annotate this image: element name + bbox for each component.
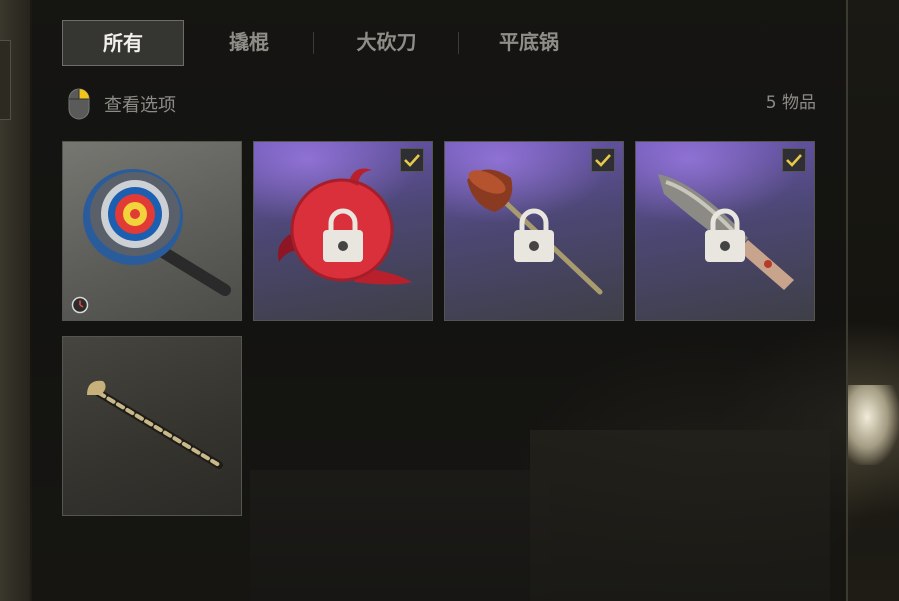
crowbar-icon (87, 380, 223, 469)
tab-all[interactable]: 所有 (62, 20, 184, 66)
mouse-icon (68, 88, 90, 120)
inventory-panel: 所有 撬棍 大砍刀 平底锅 查看选项 5 物品 (32, 0, 846, 601)
item-tile-devil-pan[interactable] (253, 141, 433, 321)
background-panel (0, 40, 11, 120)
item-tile-crowbar[interactable] (62, 336, 242, 516)
item-tile-machete[interactable] (635, 141, 815, 321)
tab-label: 大砍刀 (356, 30, 417, 54)
check-icon (595, 154, 611, 167)
check-icon (404, 154, 420, 167)
tab-label: 所有 (103, 31, 143, 55)
background-light (846, 385, 899, 465)
tab-label: 平底锅 (499, 30, 559, 54)
timer-icon (71, 296, 89, 314)
game-screen: 所有 撬棍 大砍刀 平底锅 查看选项 5 物品 (0, 0, 899, 601)
item-tile-plunger[interactable] (444, 141, 624, 321)
lock-icon (323, 208, 363, 262)
frying-pan-icon (83, 169, 231, 296)
owned-checkmark (782, 148, 806, 172)
tab-label: 撬棍 (229, 30, 269, 54)
check-icon (786, 154, 802, 167)
item-count: 5 物品 (765, 93, 816, 113)
view-options-button[interactable]: 查看选项 (68, 86, 176, 122)
owned-checkmark (400, 148, 424, 172)
category-tabs: 所有 撬棍 大砍刀 平底锅 (62, 20, 599, 66)
background-divider (846, 0, 848, 601)
lock-icon (705, 208, 745, 262)
item-tile-target-pan[interactable] (62, 141, 242, 321)
owned-checkmark (591, 148, 615, 172)
tab-crowbar[interactable]: 撬棍 (184, 20, 314, 64)
tab-pan[interactable]: 平底锅 (459, 20, 599, 64)
view-options-label: 查看选项 (104, 95, 176, 116)
lock-icon (514, 208, 554, 262)
tab-machete[interactable]: 大砍刀 (314, 20, 459, 64)
